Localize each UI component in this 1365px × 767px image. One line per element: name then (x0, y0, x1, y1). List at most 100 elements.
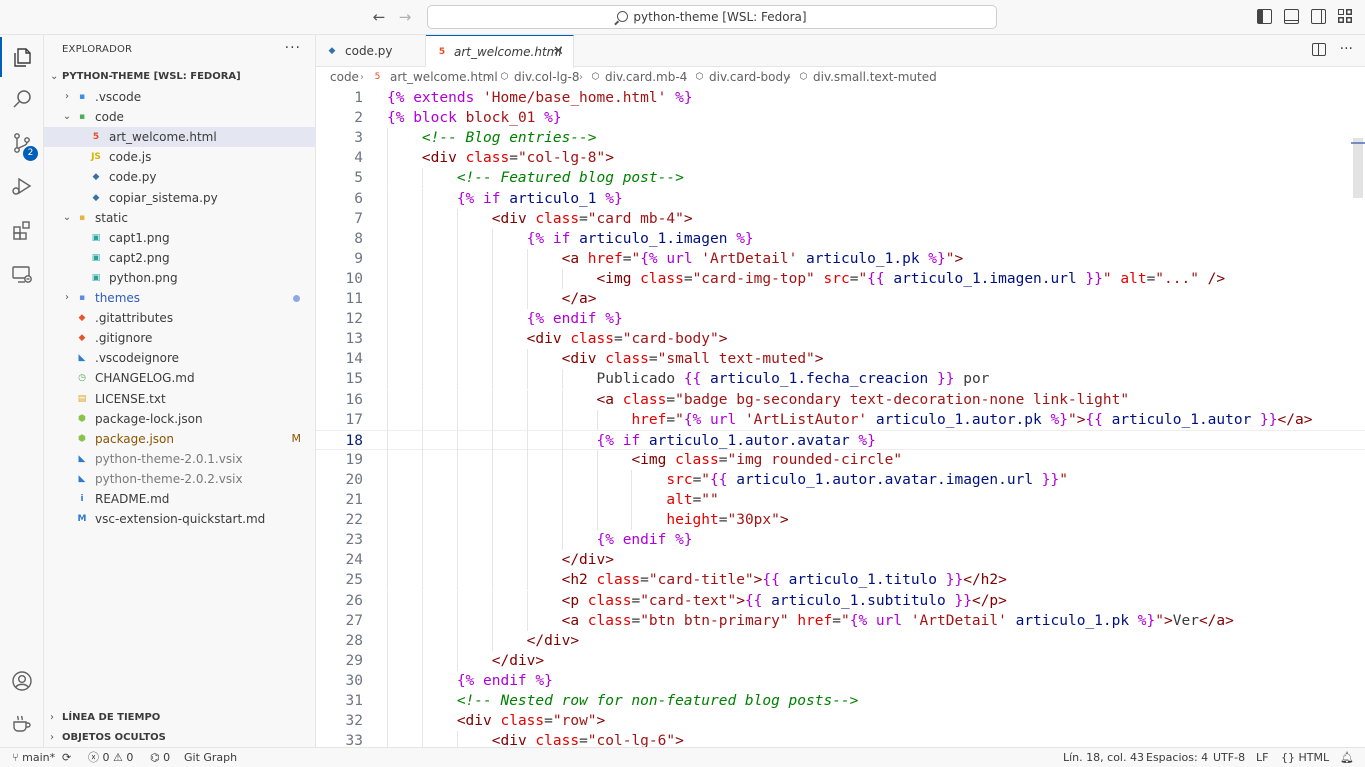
branch-status[interactable]: ⑂ main* (12, 748, 55, 767)
code-line[interactable]: 33 <div class="col-lg-6"> (316, 731, 1365, 747)
split-editor-icon[interactable] (1311, 43, 1326, 56)
code-line[interactable]: 23 {% endif %} (316, 530, 1365, 551)
file-item-package-json[interactable]: ⬢ package.json M (44, 429, 316, 449)
remote-explorer-button[interactable] (0, 254, 44, 294)
breadcrumb-item[interactable]: div.card-body (709, 67, 790, 88)
file-item-python-theme-2-0-1-vsix[interactable]: ◣ python-theme-2.0.1.vsix (44, 449, 316, 469)
cursor-position[interactable]: Lín. 18, col. 43 (1063, 748, 1144, 767)
file-item-vscodeignore[interactable]: ◣ .vscodeignore (44, 348, 316, 368)
code-line[interactable]: 17 href="{% url 'ArtListAutor' articulo_1… (316, 409, 1365, 430)
scrollbar-thumb[interactable] (1353, 138, 1363, 198)
breadcrumb-item[interactable]: div.small.text-muted (813, 67, 937, 88)
file-item-capt1-png[interactable]: ▣ capt1.png (44, 228, 316, 248)
file-item-code-js[interactable]: JS code.js (44, 147, 316, 167)
code-line[interactable]: 25 <h2 class="card-title">{{ articulo_1.t… (316, 570, 1365, 591)
tab-art-welcome-html[interactable]: 5 art_welcome.html ✕ (426, 35, 574, 68)
folder-item-themes[interactable]: › ▪ themes (44, 288, 316, 308)
code-line[interactable]: 24 </div> (316, 550, 1365, 571)
file-item-license-txt[interactable]: ▤ LICENSE.txt (44, 389, 316, 409)
forward-arrow-icon[interactable]: → (396, 8, 414, 26)
code-line[interactable]: 7 <div class="card mb-4"> (316, 208, 1365, 229)
code-line[interactable]: 4 <div class="col-lg-8"> (316, 148, 1365, 169)
file-item-python-theme-2-0-2-vsix[interactable]: ◣ python-theme-2.0.2.vsix (44, 469, 316, 489)
more-actions-icon[interactable]: ··· (1340, 42, 1353, 56)
file-item-vsc-extension-quickstart-md[interactable]: Mvsc-extension-quickstart.md (44, 509, 316, 529)
ports-status[interactable]: ⌬ 0 (150, 748, 170, 767)
file-item-changelog-md[interactable]: ◷ CHANGELOG.md (44, 368, 316, 388)
problems-status[interactable]: ⓧ 0 ⚠ 0 (88, 748, 133, 767)
code-line[interactable]: 15 Publicado {{ articulo_1.fecha_creacion… (316, 369, 1365, 390)
language-mode[interactable]: {} HTML (1281, 748, 1329, 767)
hidden-objects-section-header[interactable]: › OBJETOS OCULTOS (44, 728, 316, 748)
code-line[interactable]: 26 <p class="card-text">{{ articulo_1.sub… (316, 590, 1365, 611)
code-line[interactable]: 32 <div class="row"> (316, 711, 1365, 732)
code-line[interactable]: 11 </a> (316, 289, 1365, 310)
indentation-status[interactable]: Espacios: 4 (1146, 748, 1208, 767)
source-control-button[interactable]: 2 (0, 123, 44, 163)
code-editor[interactable]: 1 {% extends 'Home/base_home.html' %} 2 {% … (316, 88, 1365, 747)
customize-layout-icon[interactable] (1338, 9, 1353, 24)
timeline-section-label: LÍNEA DE TIEMPO (62, 712, 161, 723)
git-graph-button[interactable]: Git Graph (184, 748, 237, 767)
accounts-button[interactable] (0, 661, 44, 701)
code-line[interactable]: 8 {% if articulo_1.imagen %} (316, 228, 1365, 249)
code-line[interactable]: 30 {% endif %} (316, 670, 1365, 691)
toggle-panel-icon[interactable] (1284, 9, 1299, 24)
file-item-package-lock-json[interactable]: ⬢ package-lock.json (44, 409, 316, 429)
file-item-capt2-png[interactable]: ▣ capt2.png (44, 248, 316, 268)
code-line[interactable]: 16 <a class="badge bg-secondary text-deco… (316, 389, 1365, 410)
folder-item-code[interactable]: ⌄ ▪ code (44, 107, 316, 127)
code-line[interactable]: 28 </div> (316, 630, 1365, 651)
eol-status[interactable]: LF (1256, 748, 1268, 767)
code-line[interactable]: 21 alt="" (316, 490, 1365, 511)
code-line[interactable]: 12 {% endif %} (316, 309, 1365, 330)
search-button[interactable] (0, 79, 44, 119)
code-line[interactable]: 29 </div> (316, 650, 1365, 671)
breadcrumb-item[interactable]: code (330, 67, 359, 88)
code-line[interactable]: 20 src="{{ articulo_1.autor.avatar.imagen… (316, 469, 1365, 490)
code-line[interactable]: 27 <a class="btn btn-primary" href="{% ur… (316, 610, 1365, 631)
code-line[interactable]: 31 <!-- Nested row for non-featured blog … (316, 691, 1365, 712)
run-debug-button[interactable] (0, 166, 44, 206)
code-line[interactable]: 22 height="30px"> (316, 510, 1365, 531)
code-line[interactable]: 3 <!-- Blog entries--> (316, 128, 1365, 149)
workspace-root-header[interactable]: ⌄ PYTHON-THEME [WSL: FEDORA] (44, 67, 316, 87)
breadcrumb-item[interactable]: art_welcome.html (390, 67, 498, 88)
command-center-search[interactable]: python-theme [WSL: Fedora] (427, 5, 997, 29)
notifications-bell-icon[interactable]: 🔔︎ (1340, 748, 1354, 767)
folder-item-vscode[interactable]: › ▪ .vscode (44, 87, 316, 107)
tab-code-py[interactable]: ◆ code.py (316, 35, 426, 67)
code-line[interactable]: 9 <a href="{% url 'ArtDetail' articulo_1.… (316, 248, 1365, 269)
code-line[interactable]: 14 <div class="small text-muted"> (316, 349, 1365, 370)
encoding-status[interactable]: UTF-8 (1213, 748, 1245, 767)
timeline-section-header[interactable]: › LÍNEA DE TIEMPO (44, 708, 316, 728)
breadcrumb-item[interactable]: div.card.mb-4 (605, 67, 687, 88)
manage-button[interactable] (0, 704, 44, 744)
sync-icon[interactable]: ⟳ (62, 748, 71, 767)
code-line[interactable]: 2 {% block block_01 %} (316, 108, 1365, 128)
code-line[interactable]: 5 <!-- Featured blog post--> (316, 168, 1365, 189)
back-arrow-icon[interactable]: ← (370, 8, 388, 26)
file-item-readme-md[interactable]: i README.md (44, 489, 316, 509)
code-line[interactable]: 19 <img class="img rounded-circle" (316, 449, 1365, 470)
more-actions-icon[interactable]: ··· (285, 40, 301, 56)
code-line[interactable]: 6 {% if articulo_1 %} (316, 188, 1365, 209)
file-item-code-py[interactable]: ◆ code.py (44, 167, 316, 187)
file-item-python-png[interactable]: ▣ python.png (44, 268, 316, 288)
file-item-copiar-sistema-py[interactable]: ◆ copiar_sistema.py (44, 188, 316, 208)
extensions-button[interactable] (0, 210, 44, 250)
editor-scrollbar[interactable] (1351, 88, 1365, 747)
code-line[interactable]: 13 <div class="card-body"> (316, 329, 1365, 350)
toggle-secondary-sidebar-icon[interactable] (1311, 9, 1326, 24)
breadcrumb-item[interactable]: div.col-lg-8 (514, 67, 579, 88)
close-icon[interactable]: ✕ (553, 36, 564, 68)
file-item-gitattributes[interactable]: ◆ .gitattributes (44, 308, 316, 328)
file-item-art-welcome-html[interactable]: 5 art_welcome.html (44, 127, 316, 148)
file-item-gitignore[interactable]: ◆ .gitignore (44, 328, 316, 348)
toggle-primary-sidebar-icon[interactable] (1257, 9, 1272, 24)
code-line[interactable]: 1 {% extends 'Home/base_home.html' %} (316, 88, 1365, 108)
code-line[interactable]: 18 {% if articulo_1.autor.avatar %} (316, 429, 1365, 451)
code-line[interactable]: 10 <img class="card-img-top" src="{{ arti… (316, 268, 1365, 289)
folder-item-static[interactable]: ⌄ ▪ static (44, 208, 316, 228)
explorer-button[interactable] (0, 37, 44, 77)
